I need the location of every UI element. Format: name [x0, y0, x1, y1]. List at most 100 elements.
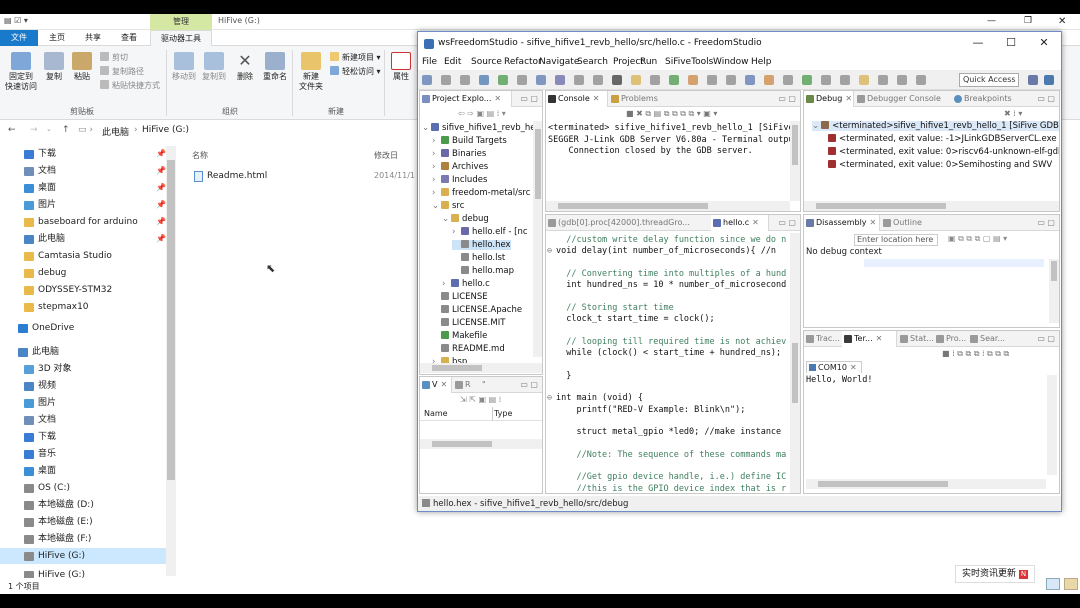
variables-toolbar-icons[interactable]: ⇲ ⇱ ▣ ▤ ⁞ — [460, 395, 501, 404]
pane-controls[interactable]: ▭ ▢ — [1037, 94, 1055, 103]
toolbar-icon[interactable] — [707, 75, 717, 85]
debug-hscroll-thumb[interactable] — [816, 203, 946, 209]
toolbar-icon[interactable] — [479, 75, 489, 85]
disassembly-vscroll-thumb[interactable] — [1051, 261, 1057, 281]
minimize-button[interactable]: — — [987, 16, 996, 26]
nav-item[interactable]: 此电脑 — [0, 344, 166, 360]
easy-access-button[interactable]: 轻松访问 ▾ — [330, 66, 381, 77]
expand-chevron-icon[interactable]: › — [432, 149, 441, 159]
debug-item[interactable]: <terminated, exit value: 0>Semihosting a… — [826, 160, 1052, 170]
expand-chevron-icon[interactable]: ⌄ — [422, 123, 431, 133]
expand-chevron-icon[interactable]: › — [432, 162, 441, 172]
terminal-toolbar-icons[interactable]: ■ ⁞ ⧉ ⧉ ⧉ ⁞ ⧉ ⧉ ⧉ — [942, 349, 1009, 359]
eclipse-minimize-button[interactable]: — — [970, 36, 986, 49]
pane-controls[interactable]: ▭ ▢ — [520, 380, 538, 389]
tree-hscroll[interactable] — [420, 363, 542, 373]
address-bar[interactable]: ← → ⌄ ↑ ▭ › 此电脑 › HiFive (G:) — [0, 122, 420, 140]
nav-item[interactable]: 本地磁盘 (D:) — [0, 497, 166, 513]
close-tab-icon[interactable]: ✕ — [593, 94, 600, 103]
maximize-button[interactable]: ❐ — [1024, 16, 1032, 26]
tray-icon[interactable] — [1046, 578, 1060, 590]
terminal-view-tab[interactable]: Sear... — [968, 331, 1008, 347]
nav-item[interactable]: 视频 — [0, 378, 166, 394]
tray-icon[interactable] — [1064, 578, 1078, 590]
debug-perspective-icon[interactable] — [1044, 75, 1054, 85]
tree-item[interactable]: › freedom-metal/src — [432, 188, 530, 198]
tree-item[interactable]: › Includes — [432, 175, 487, 185]
pin-icon[interactable]: 📌 — [156, 231, 166, 247]
breadcrumb-drive[interactable]: HiFive (G:) — [142, 125, 189, 135]
nav-item[interactable]: 3D 对象 — [0, 361, 166, 377]
move-to-button[interactable]: 移动到 — [170, 52, 198, 82]
explorer-toolbar-icons[interactable]: ⇦ ⇨ ▣ ▤ ⁞ ▾ — [458, 109, 506, 118]
tree-hscroll-thumb[interactable] — [432, 365, 482, 371]
pin-icon[interactable]: 📌 — [156, 163, 166, 179]
fold-icon[interactable]: ⊖ — [547, 393, 552, 403]
tree-item[interactable]: ⌄ debug — [442, 214, 489, 224]
tree-item[interactable]: LICENSE — [432, 292, 488, 302]
tree-item[interactable]: hello.map — [452, 266, 514, 276]
recent-chevron-icon[interactable]: ⌄ — [46, 125, 52, 133]
manage-context-tab[interactable]: 管理 — [150, 14, 212, 30]
pane-controls[interactable]: ▭ ▢ — [778, 94, 796, 103]
nav-item[interactable]: OneDrive — [0, 320, 166, 336]
toolbar-icon[interactable] — [726, 75, 736, 85]
column-type[interactable]: Type — [494, 409, 512, 418]
toolbar-icon[interactable] — [517, 75, 527, 85]
menu-item[interactable]: Help — [751, 57, 772, 67]
tab-home[interactable]: 主页 — [40, 30, 74, 46]
toolbar-icon[interactable] — [821, 75, 831, 85]
toolbar-icon[interactable] — [593, 75, 603, 85]
terminal-view-tab[interactable]: Stat... — [898, 331, 934, 347]
nav-item[interactable]: 音乐 — [0, 446, 166, 462]
tree-item[interactable]: › hello.c — [442, 279, 490, 289]
nav-item[interactable]: 下载 — [0, 429, 166, 445]
tab-project-explorer[interactable]: Project Explo... ✕ — [420, 91, 512, 107]
tree-item[interactable]: hello.hex — [452, 240, 511, 250]
expand-chevron-icon[interactable]: ⌄ — [812, 121, 819, 131]
tree-item[interactable]: ⌄ src — [432, 201, 464, 211]
expand-chevron-icon[interactable]: ⌄ — [432, 201, 441, 211]
fold-icon[interactable]: ⊖ — [547, 246, 552, 256]
toolbar-icon[interactable] — [650, 75, 660, 85]
toolbar-icon[interactable] — [897, 75, 907, 85]
new-folder-button[interactable]: 新建 文件夹 — [296, 52, 326, 92]
close-tab-icon[interactable]: ✕ — [440, 380, 447, 389]
forward-arrow-icon[interactable]: → — [30, 125, 38, 135]
editor-vscroll[interactable] — [790, 233, 800, 493]
nav-scrollbar[interactable] — [166, 146, 176, 576]
menu-item[interactable]: Edit — [444, 57, 461, 67]
up-arrow-icon[interactable]: ↑ — [62, 125, 70, 135]
pin-quick-access-button[interactable]: 固定到 快速访问 — [4, 52, 38, 92]
expand-chevron-icon[interactable]: › — [432, 136, 441, 146]
close-tab-icon[interactable]: ✕ — [494, 94, 501, 103]
expand-chevron-icon[interactable]: › — [432, 188, 441, 198]
nav-item[interactable]: 桌面 📌 — [0, 180, 166, 196]
nav-item[interactable]: 图片 📌 — [0, 197, 166, 213]
toolbar-icon[interactable] — [498, 75, 508, 85]
file-row[interactable]: Readme.html 2014/11/1 — [192, 170, 422, 184]
variables-hscroll[interactable] — [420, 439, 542, 449]
tab-share[interactable]: 共享 — [76, 30, 110, 46]
console-hscroll-thumb[interactable] — [558, 203, 708, 209]
nav-item[interactable]: 本地磁盘 (E:) — [0, 514, 166, 530]
tab-registers[interactable]: R — [453, 377, 479, 393]
toolbar-icon[interactable] — [840, 75, 850, 85]
menu-item[interactable]: Window — [713, 57, 749, 67]
menu-item[interactable]: SiFiveTools — [665, 57, 713, 67]
editor-vscroll-thumb[interactable] — [792, 343, 798, 403]
tree-item[interactable]: › hello.elf - [nc — [452, 227, 528, 237]
tab-breakpoints[interactable]: Breakpoints — [952, 91, 1022, 107]
terminal-hscroll[interactable] — [806, 479, 1046, 489]
toolbar-icon[interactable] — [536, 75, 546, 85]
variables-hscroll-thumb[interactable] — [432, 441, 492, 447]
toolbar-icon[interactable] — [555, 75, 565, 85]
pin-icon[interactable]: 📌 — [156, 214, 166, 230]
tab-debug[interactable]: Debug ✕ — [804, 91, 854, 107]
tree-item[interactable]: ⌄ sifive_hifive1_revb_he — [422, 123, 536, 133]
nav-item[interactable]: 本地磁盘 (F:) — [0, 531, 166, 547]
tree-item[interactable]: › Archives — [432, 162, 488, 172]
tree-item[interactable]: hello.lst — [452, 253, 505, 263]
close-tab-icon[interactable]: ✕ — [850, 363, 857, 372]
toolbar-icon[interactable] — [745, 75, 755, 85]
